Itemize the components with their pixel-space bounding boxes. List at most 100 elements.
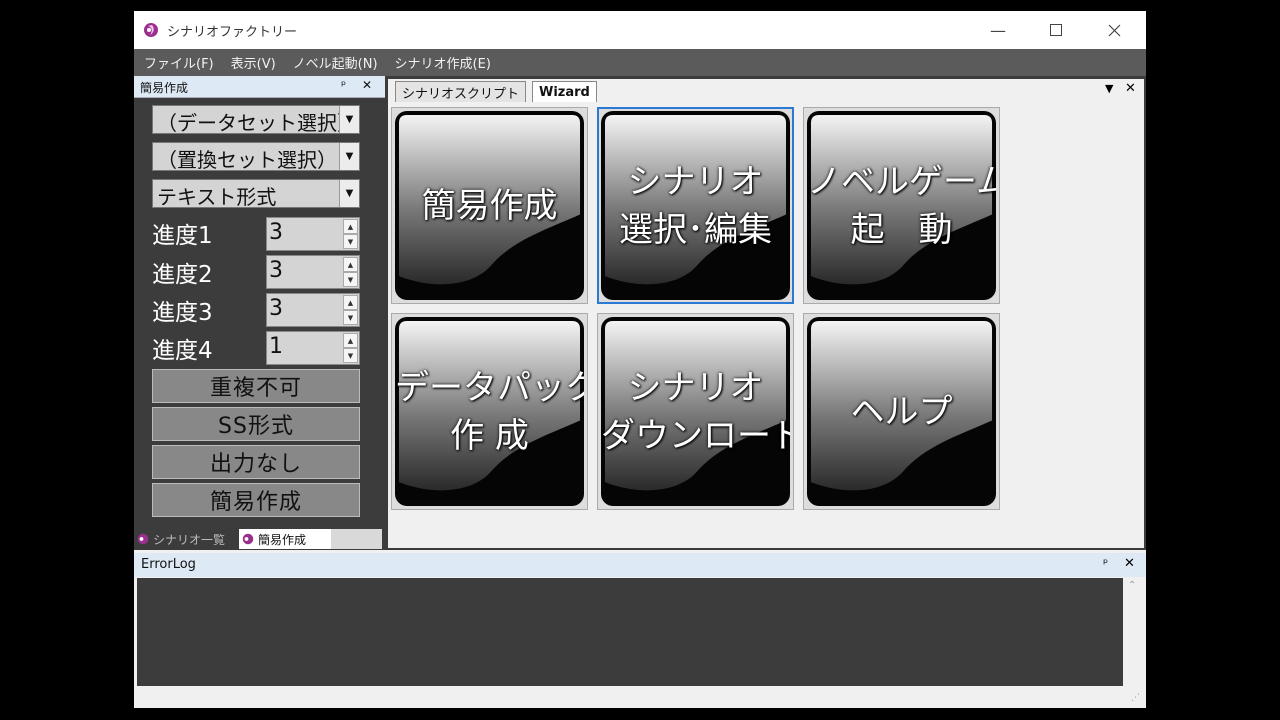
tab-scenario-script[interactable]: シナリオスクリプト — [395, 81, 527, 102]
tile-label: シナリオ 選択･編集 — [601, 158, 790, 254]
quick-create-button[interactable]: 簡易作成 — [152, 483, 360, 517]
left-pane-tabs: シナリオ一覧 簡易作成 — [134, 527, 385, 550]
errorlog-header: ErrorLog ᵖ ✕ — [134, 553, 1146, 577]
menu-file[interactable]: ファイル(F) — [137, 53, 221, 72]
menu-view[interactable]: 表示(V) — [224, 53, 283, 72]
tile-label-line2: ダウンロード — [601, 415, 790, 456]
document-tabstrip: シナリオスクリプト Wizard ▼ ✕ — [388, 79, 1144, 102]
progress4-label: 進度4 — [152, 338, 213, 364]
tab-label: 簡易作成 — [258, 532, 307, 547]
ss-format-button[interactable]: SS形式 — [152, 407, 360, 441]
dataset-select[interactable]: （データセット選択） ▼ — [152, 105, 360, 135]
tile-graphic: 簡易作成 — [395, 111, 584, 300]
errorlog-pane: ErrorLog ᵖ ✕ ⌃ ⋰ — [134, 553, 1146, 708]
spin-up-icon[interactable]: ▲ — [343, 333, 358, 348]
spin-down-icon[interactable]: ▼ — [343, 272, 358, 287]
quick-create-pane: 簡易作成 ᵖ ✕ （データセット選択） ▼ （置換セット選択） ▼ テキスト形式… — [134, 76, 385, 550]
progress3-value[interactable]: 3 — [269, 296, 283, 321]
errorlog-close-icon[interactable]: ✕ — [1124, 556, 1135, 571]
progress1-value[interactable]: 3 — [269, 220, 283, 245]
scroll-up-icon[interactable]: ⌃ — [1128, 580, 1136, 591]
no-output-button[interactable]: 出力なし — [152, 445, 360, 479]
app-logo-icon — [242, 533, 254, 545]
menu-bar: ファイル(F) 表示(V) ノベル起動(N) シナリオ作成(E) — [134, 49, 1146, 76]
maximize-button[interactable] — [1027, 11, 1085, 49]
pin-icon[interactable]: ᵖ — [1103, 556, 1108, 570]
progress1-label: 進度1 — [152, 223, 213, 249]
pin-icon[interactable]: ᵖ — [341, 78, 346, 92]
tile-graphic: ヘルプ — [807, 317, 996, 506]
text-format-select[interactable]: テキスト形式 ▼ — [152, 179, 360, 209]
tab-label: シナリオ一覧 — [153, 532, 226, 547]
tile-label-line2: 起 動 — [850, 209, 953, 250]
window-title: シナリオファクトリー — [167, 25, 298, 40]
chevron-down-icon[interactable]: ▼ — [339, 143, 359, 170]
app-logo-icon — [137, 533, 149, 545]
tile-label-line1: シナリオ — [627, 161, 764, 202]
pane-header: 簡易作成 ᵖ ✕ — [134, 76, 385, 98]
title-bar[interactable]: シナリオファクトリー — — [134, 11, 1146, 49]
progress1-spinner[interactable]: 3 ▲ ▼ — [266, 217, 360, 251]
dataset-select-value: （データセット選択） — [157, 111, 357, 135]
progress3-spinner[interactable]: 3 ▲ ▼ — [266, 293, 360, 327]
minimize-button[interactable]: — — [969, 11, 1027, 49]
tile-label: データパック 作 成 — [395, 364, 584, 460]
close-window-button[interactable] — [1085, 11, 1143, 49]
errorlog-title: ErrorLog — [141, 557, 196, 572]
spin-up-icon[interactable]: ▲ — [343, 219, 358, 234]
tile-help[interactable]: ヘルプ — [803, 313, 1000, 510]
app-logo-icon — [144, 23, 158, 37]
tile-label: ヘルプ — [807, 388, 996, 436]
progress4-spinner[interactable]: 1 ▲ ▼ — [266, 331, 360, 365]
errorlog-textarea[interactable] — [137, 578, 1123, 686]
resize-grip-icon[interactable]: ⋰ — [1131, 693, 1140, 703]
tile-label: ノベルゲーム 起 動 — [807, 158, 996, 254]
pane-close-icon[interactable]: ✕ — [362, 78, 372, 92]
tile-label: 簡易作成 — [395, 182, 584, 230]
main-pane: シナリオスクリプト Wizard ▼ ✕ 簡易作成 シナリオ 選択･編集 ノベル… — [385, 76, 1146, 550]
tile-graphic: シナリオ 選択･編集 — [601, 111, 790, 300]
errorlog-scrollbar[interactable]: ⌃ — [1123, 578, 1143, 686]
chevron-down-icon[interactable]: ▼ — [339, 180, 359, 207]
tile-graphic: ノベルゲーム 起 動 — [807, 111, 996, 300]
tile-label-line1: データパック — [395, 367, 584, 408]
tile-quick-create[interactable]: 簡易作成 — [391, 107, 588, 304]
wizard-content: 簡易作成 シナリオ 選択･編集 ノベルゲーム 起 動 データパック 作 成 シナ… — [388, 102, 1144, 548]
tile-scenario-select-edit[interactable]: シナリオ 選択･編集 — [597, 107, 794, 304]
tile-graphic: シナリオ ダウンロード — [601, 317, 790, 506]
text-format-select-value: テキスト形式 — [157, 185, 277, 209]
spin-up-icon[interactable]: ▲ — [343, 257, 358, 272]
minimize-icon: — — [990, 20, 1006, 40]
spin-up-icon[interactable]: ▲ — [343, 295, 358, 310]
tile-novel-game-launch[interactable]: ノベルゲーム 起 動 — [803, 107, 1000, 304]
tile-label-line1: シナリオ — [627, 367, 764, 408]
no-duplicate-button[interactable]: 重複不可 — [152, 369, 360, 403]
replace-set-select[interactable]: （置換セット選択） ▼ — [152, 142, 360, 172]
tab-close-icon[interactable]: ✕ — [1125, 81, 1136, 96]
close-icon — [1108, 24, 1120, 36]
spin-down-icon[interactable]: ▼ — [343, 310, 358, 325]
tile-label-line1: ヘルプ — [850, 391, 953, 432]
progress4-value[interactable]: 1 — [269, 334, 283, 359]
tab-dropdown-icon[interactable]: ▼ — [1105, 82, 1113, 95]
tile-label-line1: ノベルゲーム — [807, 161, 996, 202]
replace-set-select-value: （置換セット選択） — [157, 148, 337, 172]
pane-title: 簡易作成 — [140, 81, 189, 95]
chevron-down-icon[interactable]: ▼ — [339, 106, 359, 133]
progress2-spinner[interactable]: 3 ▲ ▼ — [266, 255, 360, 289]
tile-datapack-create[interactable]: データパック 作 成 — [391, 313, 588, 510]
spin-down-icon[interactable]: ▼ — [343, 234, 358, 249]
app-window: シナリオファクトリー — ファイル(F) 表示(V) ノベル起動(N) シナリオ… — [134, 11, 1146, 708]
progress3-label: 進度3 — [152, 300, 213, 326]
tab-wizard[interactable]: Wizard — [532, 81, 597, 102]
menu-novel-launch[interactable]: ノベル起動(N) — [286, 53, 385, 72]
tab-scenario-list[interactable]: シナリオ一覧 — [134, 529, 238, 549]
spin-down-icon[interactable]: ▼ — [343, 348, 358, 363]
tab-quick-create[interactable]: 簡易作成 — [239, 529, 331, 549]
menu-scenario-create[interactable]: シナリオ作成(E) — [388, 53, 498, 72]
progress2-value[interactable]: 3 — [269, 258, 283, 283]
tile-label-line2: 選択･編集 — [619, 209, 772, 250]
tile-scenario-download[interactable]: シナリオ ダウンロード — [597, 313, 794, 510]
maximize-icon — [1050, 24, 1062, 36]
tile-graphic: データパック 作 成 — [395, 317, 584, 506]
